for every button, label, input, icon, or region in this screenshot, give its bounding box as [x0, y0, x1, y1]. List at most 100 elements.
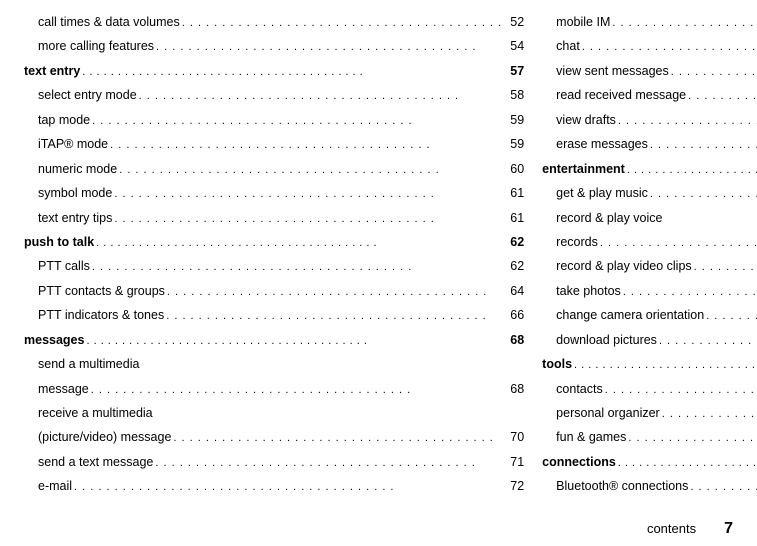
toc-sub-entry: change camera orientation96 — [542, 303, 757, 327]
toc-sub-entry: (picture/video) message70 — [24, 425, 524, 449]
toc-leader-dots — [112, 206, 504, 230]
toc-entry-label: symbol mode — [24, 181, 112, 205]
toc-entry-label: numeric mode — [24, 157, 117, 181]
toc-entry-page: 70 — [504, 425, 524, 449]
toc-sub-entry: PTT calls62 — [24, 254, 524, 278]
toc-entry-label: change camera orientation — [542, 303, 704, 327]
toc-leader-dots — [692, 254, 757, 278]
toc-leader-dots — [108, 132, 504, 156]
toc-entry-label: push to talk — [24, 230, 94, 254]
toc-entry-page: 59 — [504, 132, 524, 156]
toc-sub-entry: symbol mode61 — [24, 181, 524, 205]
toc-entry-label: PTT indicators & tones — [24, 303, 164, 327]
toc-leader-dots — [686, 83, 757, 107]
toc-leader-dots — [164, 303, 504, 327]
toc-section-entry: tools97 — [542, 352, 757, 376]
toc-entry-label: select entry mode — [24, 83, 137, 107]
toc-leader-dots — [90, 254, 504, 278]
toc-sub-entry: download pictures96 — [542, 328, 757, 352]
toc-sub-entry: iTAP® mode59 — [24, 132, 524, 156]
toc-entry-label: message — [24, 377, 89, 401]
toc-leader-dots — [165, 279, 504, 303]
toc-entry-page: 64 — [504, 279, 524, 303]
toc-entry-label: text entry tips — [24, 206, 112, 230]
toc-col-2: mobile IM72chat73view sent messages73rea… — [542, 10, 757, 516]
toc-leader-dots — [660, 401, 757, 425]
toc-entry-label: send a text message — [24, 450, 153, 474]
toc-section-entry: entertainment75 — [542, 157, 757, 181]
toc-leader-dots — [84, 328, 504, 352]
toc-entry-label: PTT contacts & groups — [24, 279, 165, 303]
toc-leader-dots — [657, 328, 757, 352]
toc-columns: call times & data volumes52more calling … — [24, 10, 733, 516]
toc-leader-dots — [89, 377, 504, 401]
toc-leader-dots — [598, 230, 757, 254]
toc-entry-page: 66 — [504, 303, 524, 327]
toc-sub-entry: more calling features 54 — [24, 34, 524, 58]
toc-leader-dots — [137, 83, 505, 107]
toc-leader-dots — [704, 303, 757, 327]
toc-entry-label: more calling features — [24, 34, 154, 58]
toc-entry-page: 52 — [504, 10, 524, 34]
toc-leader-dots — [112, 181, 504, 205]
toc-sub-entry: select entry mode 58 — [24, 83, 524, 107]
toc-entry-label: Bluetooth® connections — [542, 474, 688, 498]
footer-page-number: 7 — [724, 520, 733, 538]
toc-col-1: call times & data volumes52more calling … — [24, 10, 524, 516]
toc-sub-entry: take photos93 — [542, 279, 757, 303]
toc-entry-label: messages — [24, 328, 84, 352]
toc-entry-continuation: send a multimedia — [24, 352, 524, 376]
toc-leader-dots — [625, 157, 757, 181]
toc-leader-dots — [80, 59, 504, 83]
toc-entry-page: 68 — [504, 328, 524, 352]
toc-leader-dots — [648, 181, 757, 205]
toc-entry-page: 62 — [504, 230, 524, 254]
toc-entry-label: record & play voice — [542, 206, 662, 230]
toc-sub-entry: call times & data volumes 52 — [24, 10, 524, 34]
toc-entry-page: 57 — [504, 59, 524, 83]
toc-sub-entry: text entry tips 61 — [24, 206, 524, 230]
toc-sub-entry: fun & games105 — [542, 425, 757, 449]
toc-entry-label: tap mode — [24, 108, 90, 132]
toc-sub-entry: numeric mode 60 — [24, 157, 524, 181]
toc-entry-label: chat — [542, 34, 580, 58]
toc-leader-dots — [616, 450, 757, 474]
toc-entry-page: 58 — [504, 83, 524, 107]
toc-entry-label: contacts — [542, 377, 603, 401]
toc-sub-entry: mobile IM72 — [542, 10, 757, 34]
toc-entry-page: 60 — [504, 157, 524, 181]
toc-entry-label: receive a multimedia — [24, 401, 153, 425]
toc-leader-dots — [94, 230, 504, 254]
toc-sub-entry: contacts97 — [542, 377, 757, 401]
toc-entry-label: connections — [542, 450, 616, 474]
toc-page: call times & data volumes52more calling … — [0, 0, 757, 546]
toc-sub-entry: chat73 — [542, 34, 757, 58]
toc-leader-dots — [603, 377, 757, 401]
toc-entry-page: 54 — [504, 34, 524, 58]
toc-entry-page: 59 — [504, 108, 524, 132]
toc-entry-page: 62 — [504, 254, 524, 278]
toc-leader-dots — [171, 425, 504, 449]
toc-sub-entry: e-mail72 — [24, 474, 524, 498]
toc-sub-entry: records90 — [542, 230, 757, 254]
toc-sub-entry: read received message73 — [542, 83, 757, 107]
toc-entry-label: call times & data volumes — [24, 10, 180, 34]
toc-sub-entry: send a text message71 — [24, 450, 524, 474]
toc-sub-entry: Bluetooth® connections108 — [542, 474, 757, 498]
toc-entry-label: record & play video clips — [542, 254, 691, 278]
toc-leader-dots — [626, 425, 757, 449]
toc-entry-label: take photos — [542, 279, 621, 303]
toc-section-entry: text entry57 — [24, 59, 524, 83]
toc-sub-entry: view drafts74 — [542, 108, 757, 132]
toc-entry-label: fun & games — [542, 425, 626, 449]
toc-sub-entry: get & play music75 — [542, 181, 757, 205]
toc-leader-dots — [669, 59, 757, 83]
toc-entry-label: erase messages — [542, 132, 648, 156]
toc-leader-dots — [572, 352, 757, 376]
toc-leader-dots — [153, 450, 504, 474]
toc-sub-entry: erase messages74 — [542, 132, 757, 156]
toc-sub-entry: PTT indicators & tones 66 — [24, 303, 524, 327]
toc-entry-page: 61 — [504, 206, 524, 230]
toc-entry-continuation: receive a multimedia — [24, 401, 524, 425]
toc-entry-label: mobile IM — [542, 10, 610, 34]
